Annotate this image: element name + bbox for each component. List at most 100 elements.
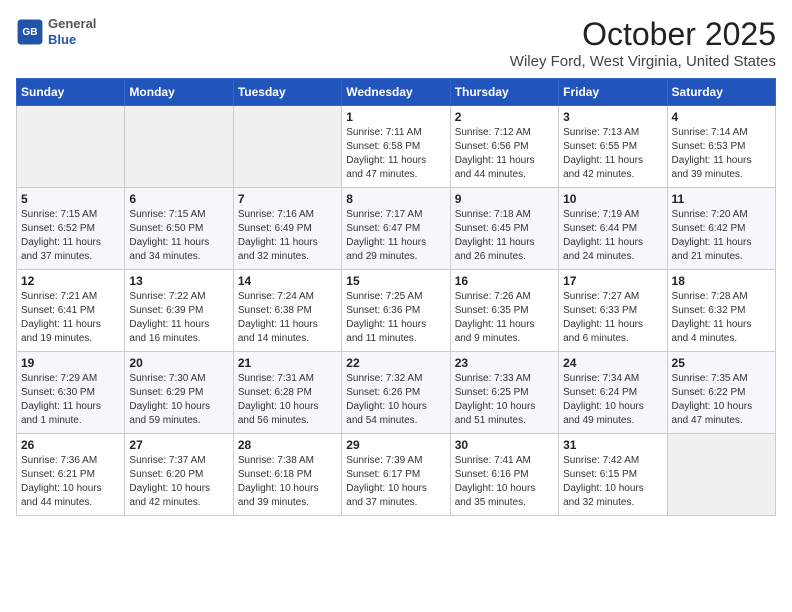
day-number: 23: [455, 356, 554, 370]
logo-icon: GB: [16, 18, 44, 46]
day-info: Sunrise: 7:28 AM Sunset: 6:32 PM Dayligh…: [672, 290, 771, 346]
day-info: Sunrise: 7:21 AM Sunset: 6:41 PM Dayligh…: [21, 290, 120, 346]
day-cell: 25 Sunrise: 7:35 AM Sunset: 6:22 PM Dayli…: [667, 352, 775, 434]
day-number: 16: [455, 274, 554, 288]
day-number: 27: [129, 438, 228, 452]
day-cell: [233, 106, 341, 188]
day-info: Sunrise: 7:35 AM Sunset: 6:22 PM Dayligh…: [672, 372, 771, 428]
day-number: 6: [129, 192, 228, 206]
day-number: 25: [672, 356, 771, 370]
svg-text:GB: GB: [22, 27, 37, 38]
day-info: Sunrise: 7:32 AM Sunset: 6:26 PM Dayligh…: [346, 372, 445, 428]
day-cell: 7 Sunrise: 7:16 AM Sunset: 6:49 PM Daylig…: [233, 188, 341, 270]
day-cell: 20Sunrise: 7:30 AM Sunset: 6:29 PM Dayli…: [125, 352, 233, 434]
day-number: 14: [238, 274, 337, 288]
day-cell: 27 Sunrise: 7:37 AM Sunset: 6:20 PM Dayli…: [125, 434, 233, 516]
day-number: 13: [129, 274, 228, 288]
day-info: Sunrise: 7:17 AM Sunset: 6:47 PM Dayligh…: [346, 208, 445, 264]
day-number: 31: [563, 438, 662, 452]
day-info: Sunrise: 7:13 AM Sunset: 6:55 PM Dayligh…: [563, 126, 662, 182]
week-row-4: 26 Sunrise: 7:36 AM Sunset: 6:21 PM Dayli…: [17, 434, 776, 516]
day-info: Sunrise: 7:25 AM Sunset: 6:36 PM Dayligh…: [346, 290, 445, 346]
day-number: 11: [672, 192, 771, 206]
weekday-header-tuesday: Tuesday: [233, 79, 341, 106]
calendar-body: 1Sunrise: 7:11 AM Sunset: 6:58 PM Daylig…: [17, 106, 776, 516]
day-number: 26: [21, 438, 120, 452]
day-cell: 3 Sunrise: 7:13 AM Sunset: 6:55 PM Daylig…: [559, 106, 667, 188]
day-cell: 28 Sunrise: 7:38 AM Sunset: 6:18 PM Dayli…: [233, 434, 341, 516]
weekday-header-monday: Monday: [125, 79, 233, 106]
calendar-table: SundayMondayTuesdayWednesdayThursdayFrid…: [16, 78, 776, 516]
weekday-header-sunday: Sunday: [17, 79, 125, 106]
day-info: Sunrise: 7:15 AM Sunset: 6:50 PM Dayligh…: [129, 208, 228, 264]
day-info: Sunrise: 7:15 AM Sunset: 6:52 PM Dayligh…: [21, 208, 120, 264]
day-info: Sunrise: 7:20 AM Sunset: 6:42 PM Dayligh…: [672, 208, 771, 264]
day-cell: 16 Sunrise: 7:26 AM Sunset: 6:35 PM Dayli…: [450, 270, 558, 352]
day-number: 29: [346, 438, 445, 452]
day-cell: 13 Sunrise: 7:22 AM Sunset: 6:39 PM Dayli…: [125, 270, 233, 352]
weekday-header-friday: Friday: [559, 79, 667, 106]
weekday-header-thursday: Thursday: [450, 79, 558, 106]
day-number: 19: [21, 356, 120, 370]
day-cell: 23Sunrise: 7:33 AM Sunset: 6:25 PM Dayli…: [450, 352, 558, 434]
day-number: 10: [563, 192, 662, 206]
logo: GB General Blue: [16, 16, 96, 47]
day-info: Sunrise: 7:34 AM Sunset: 6:24 PM Dayligh…: [563, 372, 662, 428]
day-cell: 21Sunrise: 7:31 AM Sunset: 6:28 PM Dayli…: [233, 352, 341, 434]
day-number: 7: [238, 192, 337, 206]
page-header: GB General Blue October 2025 Wiley Ford,…: [16, 16, 776, 70]
day-info: Sunrise: 7:18 AM Sunset: 6:45 PM Dayligh…: [455, 208, 554, 264]
day-number: 28: [238, 438, 337, 452]
day-cell: 11 Sunrise: 7:20 AM Sunset: 6:42 PM Dayli…: [667, 188, 775, 270]
day-number: 9: [455, 192, 554, 206]
day-number: 24: [563, 356, 662, 370]
day-info: Sunrise: 7:30 AM Sunset: 6:29 PM Dayligh…: [129, 372, 228, 428]
day-cell: [667, 434, 775, 516]
day-number: 21: [238, 356, 337, 370]
day-cell: 26 Sunrise: 7:36 AM Sunset: 6:21 PM Dayli…: [17, 434, 125, 516]
weekday-header-wednesday: Wednesday: [342, 79, 450, 106]
logo-line1: General: [48, 16, 96, 32]
day-number: 17: [563, 274, 662, 288]
day-cell: 17 Sunrise: 7:27 AM Sunset: 6:33 PM Dayli…: [559, 270, 667, 352]
day-number: 15: [346, 274, 445, 288]
day-cell: 6 Sunrise: 7:15 AM Sunset: 6:50 PM Daylig…: [125, 188, 233, 270]
day-cell: 22Sunrise: 7:32 AM Sunset: 6:26 PM Dayli…: [342, 352, 450, 434]
day-info: Sunrise: 7:26 AM Sunset: 6:35 PM Dayligh…: [455, 290, 554, 346]
day-cell: 30Sunrise: 7:41 AM Sunset: 6:16 PM Dayli…: [450, 434, 558, 516]
calendar-header: SundayMondayTuesdayWednesdayThursdayFrid…: [17, 79, 776, 106]
day-number: 8: [346, 192, 445, 206]
weekday-header-saturday: Saturday: [667, 79, 775, 106]
day-info: Sunrise: 7:37 AM Sunset: 6:20 PM Dayligh…: [129, 454, 228, 510]
day-info: Sunrise: 7:22 AM Sunset: 6:39 PM Dayligh…: [129, 290, 228, 346]
day-cell: 14Sunrise: 7:24 AM Sunset: 6:38 PM Dayli…: [233, 270, 341, 352]
day-cell: 19 Sunrise: 7:29 AM Sunset: 6:30 PM Dayli…: [17, 352, 125, 434]
day-info: Sunrise: 7:42 AM Sunset: 6:15 PM Dayligh…: [563, 454, 662, 510]
day-cell: [125, 106, 233, 188]
day-info: Sunrise: 7:38 AM Sunset: 6:18 PM Dayligh…: [238, 454, 337, 510]
day-info: Sunrise: 7:16 AM Sunset: 6:49 PM Dayligh…: [238, 208, 337, 264]
week-row-2: 12Sunrise: 7:21 AM Sunset: 6:41 PM Dayli…: [17, 270, 776, 352]
day-number: 30: [455, 438, 554, 452]
logo-line2: Blue: [48, 32, 96, 48]
day-number: 5: [21, 192, 120, 206]
day-info: Sunrise: 7:27 AM Sunset: 6:33 PM Dayligh…: [563, 290, 662, 346]
week-row-1: 5 Sunrise: 7:15 AM Sunset: 6:52 PM Daylig…: [17, 188, 776, 270]
day-info: Sunrise: 7:19 AM Sunset: 6:44 PM Dayligh…: [563, 208, 662, 264]
day-cell: 8 Sunrise: 7:17 AM Sunset: 6:47 PM Daylig…: [342, 188, 450, 270]
day-number: 3: [563, 110, 662, 124]
day-info: Sunrise: 7:11 AM Sunset: 6:58 PM Dayligh…: [346, 126, 445, 182]
day-number: 4: [672, 110, 771, 124]
day-info: Sunrise: 7:12 AM Sunset: 6:56 PM Dayligh…: [455, 126, 554, 182]
day-cell: 29Sunrise: 7:39 AM Sunset: 6:17 PM Dayli…: [342, 434, 450, 516]
day-cell: 31 Sunrise: 7:42 AM Sunset: 6:15 PM Dayli…: [559, 434, 667, 516]
location-title: Wiley Ford, West Virginia, United States: [510, 53, 776, 70]
day-info: Sunrise: 7:14 AM Sunset: 6:53 PM Dayligh…: [672, 126, 771, 182]
day-cell: 1Sunrise: 7:11 AM Sunset: 6:58 PM Daylig…: [342, 106, 450, 188]
day-info: Sunrise: 7:36 AM Sunset: 6:21 PM Dayligh…: [21, 454, 120, 510]
day-cell: 15 Sunrise: 7:25 AM Sunset: 6:36 PM Dayli…: [342, 270, 450, 352]
day-cell: 2Sunrise: 7:12 AM Sunset: 6:56 PM Daylig…: [450, 106, 558, 188]
title-block: October 2025 Wiley Ford, West Virginia, …: [510, 16, 776, 70]
day-info: Sunrise: 7:29 AM Sunset: 6:30 PM Dayligh…: [21, 372, 120, 428]
week-row-3: 19 Sunrise: 7:29 AM Sunset: 6:30 PM Dayli…: [17, 352, 776, 434]
